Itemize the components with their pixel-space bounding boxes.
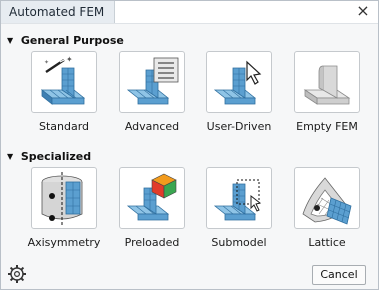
svg-text:✦: ✦ — [66, 55, 73, 64]
empty-fem-icon — [303, 65, 351, 105]
tile-label-axisymmetry: Axisymmetry — [27, 236, 101, 249]
settings-button[interactable] — [7, 264, 27, 284]
tile-standard[interactable]: ✦ ✦ — [31, 51, 97, 113]
collapse-triangle-icon: ▼ — [7, 36, 14, 45]
tile-label-empty-fem: Empty FEM — [296, 120, 358, 133]
submodel-fem-icon — [213, 179, 262, 221]
automated-fem-dialog: Automated FEM × ▼ General Purpose ✦ ✦ St… — [0, 0, 379, 290]
tile-label-standard: Standard — [38, 120, 90, 133]
tile-submodel[interactable] — [206, 167, 272, 229]
tile-user-driven[interactable] — [206, 51, 272, 113]
tile-axisymmetry[interactable] — [31, 167, 97, 229]
dialog-title: Automated FEM — [9, 5, 105, 19]
lattice-fem-icon — [302, 177, 352, 225]
section-title: Specialized — [20, 150, 92, 163]
tile-label-user-driven: User-Driven — [206, 120, 272, 133]
gear-icon — [8, 265, 26, 283]
tile-label-preloaded: Preloaded — [124, 236, 180, 249]
standard-fem-icon: ✦ ✦ — [40, 55, 86, 105]
section-title: General Purpose — [20, 34, 124, 47]
dialog-title-tab: Automated FEM — [1, 1, 116, 23]
tile-label-submodel: Submodel — [211, 236, 267, 249]
mesh-patch — [326, 197, 352, 225]
tile-label-advanced: Advanced — [124, 120, 180, 133]
section-header-specialized[interactable]: ▼ Specialized — [7, 149, 91, 165]
svg-text:✦: ✦ — [44, 59, 49, 66]
cancel-button[interactable]: Cancel — [312, 265, 366, 285]
settings-list-icon — [153, 57, 179, 83]
tile-preloaded[interactable] — [119, 167, 185, 229]
preloaded-fem-icon — [126, 173, 177, 221]
lattice-node — [314, 205, 320, 211]
tile-lattice[interactable] — [294, 167, 360, 229]
mouse-pointer-icon — [246, 60, 262, 85]
user-driven-fem-icon — [213, 60, 262, 105]
collapse-triangle-icon: ▼ — [7, 152, 14, 161]
section-header-general-purpose[interactable]: ▼ General Purpose — [7, 33, 124, 49]
title-bar: Automated FEM × — [1, 1, 378, 24]
advanced-fem-icon — [126, 57, 179, 105]
tile-label-lattice: Lattice — [308, 236, 346, 249]
axisymmetry-fem-icon — [41, 172, 83, 226]
l-bracket-mesh — [40, 67, 86, 105]
tile-empty-fem[interactable] — [294, 51, 360, 113]
tile-advanced[interactable] — [119, 51, 185, 113]
close-icon: × — [356, 1, 370, 20]
close-button[interactable]: × — [354, 2, 372, 20]
